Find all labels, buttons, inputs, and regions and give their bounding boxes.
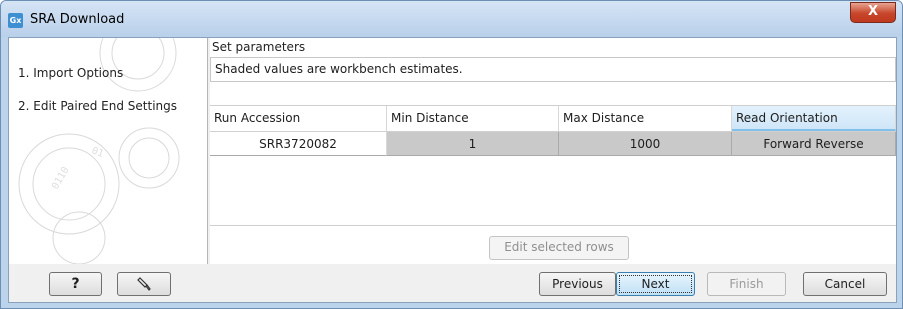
restore-icon: [137, 277, 151, 291]
next-button[interactable]: Next: [616, 272, 695, 296]
parameters-panel: Set parameters Shaded values are workben…: [210, 38, 896, 264]
finish-button[interactable]: Finish: [707, 272, 786, 296]
section-title: Set parameters: [212, 40, 306, 54]
title-bar[interactable]: Gx SRA Download X: [1, 1, 902, 37]
cell-run-accession[interactable]: SRR3720082: [210, 132, 387, 156]
help-button[interactable]: ?: [49, 272, 102, 296]
cell-max-distance[interactable]: 1000: [559, 132, 732, 156]
app-icon: Gx: [8, 13, 23, 28]
dialog-body: 0110 01 1. Import Options 2. Edit Paired…: [8, 37, 897, 303]
cancel-button[interactable]: Cancel: [803, 272, 887, 296]
previous-button[interactable]: Previous: [539, 272, 616, 296]
step-import-options: 1. Import Options: [18, 66, 124, 80]
cell-min-distance[interactable]: 1: [387, 132, 559, 156]
focus-ring: [619, 275, 692, 293]
column-header-max-distance[interactable]: Max Distance: [559, 106, 732, 131]
paired-end-table: Run Accession Min Distance Max Distance …: [210, 105, 896, 226]
cell-read-orientation[interactable]: Forward Reverse: [732, 132, 896, 156]
hint-box: Shaded values are workbench estimates.: [210, 57, 896, 82]
hint-text: Shaded values are workbench estimates.: [215, 62, 463, 76]
step-edit-paired-end-settings: 2. Edit Paired End Settings: [18, 99, 178, 113]
table-header: Run Accession Min Distance Max Distance …: [210, 106, 896, 132]
close-button[interactable]: X: [850, 2, 896, 23]
svg-text:0110: 0110: [50, 165, 72, 191]
column-header-min-distance[interactable]: Min Distance: [387, 106, 559, 131]
restore-defaults-button[interactable]: [117, 272, 171, 296]
edit-selected-rows-button[interactable]: Edit selected rows: [489, 236, 629, 260]
dialog-footer: ? Previous Next Finish Cancel: [9, 264, 896, 302]
wizard-steps-panel: 0110 01 1. Import Options 2. Edit Paired…: [9, 38, 208, 264]
window-title: SRA Download: [30, 12, 125, 27]
table-row[interactable]: SRR3720082 1 1000 Forward Reverse: [210, 132, 896, 156]
column-header-read-orientation[interactable]: Read Orientation: [732, 106, 896, 131]
sra-download-dialog: Gx SRA Download X 0110 01 1. Import Opti…: [0, 0, 903, 309]
column-header-run-accession[interactable]: Run Accession: [210, 106, 387, 131]
